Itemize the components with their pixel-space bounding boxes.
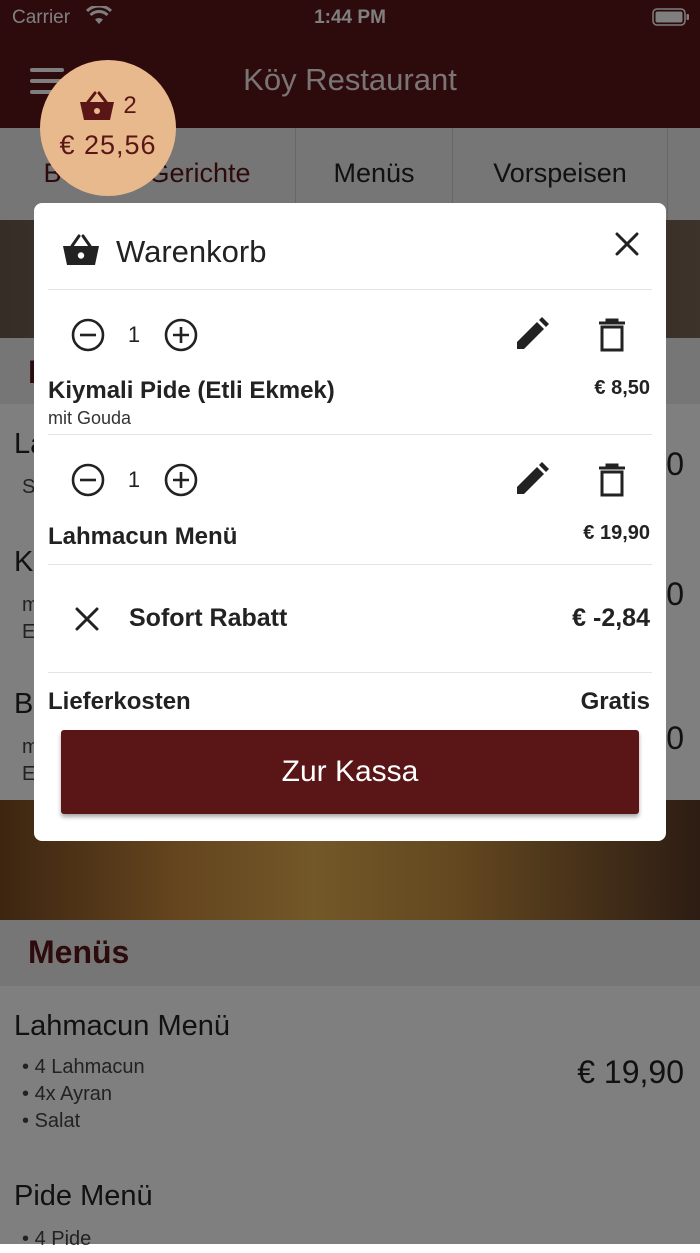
delivery-label: Lieferkosten xyxy=(48,688,191,715)
cart-bubble-button[interactable]: 2 € 25,56 xyxy=(40,60,176,196)
delete-trash-icon[interactable] xyxy=(597,318,627,352)
cart-item-price: € 8,50 xyxy=(594,377,650,399)
cart-modal: Warenkorb 1 Kiymali Pide (Etli Ekmek) mi… xyxy=(34,203,666,841)
cart-item-price: € 19,90 xyxy=(583,522,650,544)
divider xyxy=(48,672,652,673)
cart-item-name: Lahmacun Menü xyxy=(48,523,238,550)
divider xyxy=(48,564,652,565)
edit-pencil-icon[interactable] xyxy=(513,317,549,353)
quantity-value: 1 xyxy=(127,322,141,347)
discount-label: Sofort Rabatt xyxy=(129,604,288,632)
cart-title: Warenkorb xyxy=(116,234,267,269)
checkout-button[interactable]: Zur Kassa xyxy=(61,730,639,814)
cart-item-extra: mit Gouda xyxy=(48,408,132,428)
quantity-value: 1 xyxy=(127,467,141,492)
cart-count: 2 xyxy=(123,91,137,119)
divider xyxy=(48,434,652,435)
decrease-quantity-button[interactable] xyxy=(71,463,105,497)
delivery-value: Gratis xyxy=(580,688,650,715)
basket-icon xyxy=(80,91,115,120)
remove-discount-icon[interactable] xyxy=(74,606,100,632)
discount-value: € -2,84 xyxy=(572,604,650,632)
basket-icon xyxy=(63,234,99,265)
increase-quantity-button[interactable] xyxy=(164,318,198,352)
close-icon[interactable] xyxy=(614,231,640,257)
divider xyxy=(48,289,652,290)
cart-item-name: Kiymali Pide (Etli Ekmek) xyxy=(48,377,335,404)
delete-trash-icon[interactable] xyxy=(597,463,627,497)
increase-quantity-button[interactable] xyxy=(164,463,198,497)
edit-pencil-icon[interactable] xyxy=(513,462,549,498)
cart-modal-header: Warenkorb xyxy=(34,203,666,289)
decrease-quantity-button[interactable] xyxy=(71,318,105,352)
cart-total: € 25,56 xyxy=(59,129,157,160)
